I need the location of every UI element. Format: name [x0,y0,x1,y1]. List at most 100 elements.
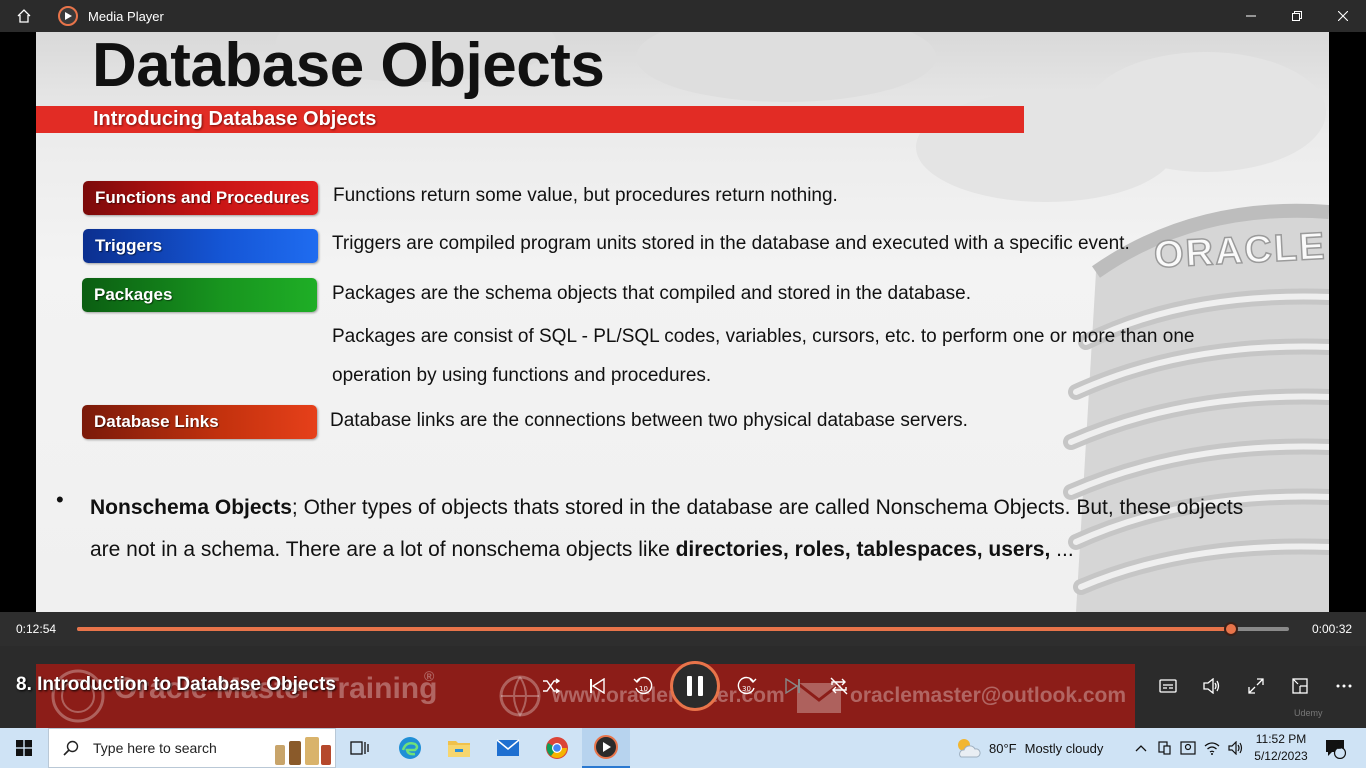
label-packages: Packages [82,278,317,312]
clock-time: 11:52 PM [1255,732,1307,746]
taskbar-edge[interactable] [386,728,434,768]
fullscreen-button[interactable] [1234,666,1278,706]
forward-30-button[interactable]: 30 [724,664,770,708]
seek-progress-fill [77,627,1231,631]
system-tray [1130,728,1248,768]
weather-description: Mostly cloudy [1024,740,1104,756]
svg-text:30: 30 [742,685,751,693]
skip-previous-icon [590,678,605,694]
notification-count: 3 [1337,741,1343,751]
description-database-links: Database links are the connections betwe… [330,410,968,431]
wifi-icon [1204,742,1220,755]
minimize-icon [1246,15,1256,17]
taskbar-mail[interactable] [484,728,532,768]
subtitles-button[interactable] [1146,666,1190,706]
description-packages: Packages are the schema objects that com… [332,283,972,304]
secondary-controls [1146,666,1366,706]
clock-date: 5/12/2023 [1254,749,1308,763]
media-player-app-icon [58,6,78,26]
taskbar-media-player[interactable] [582,728,630,768]
windows-logo-icon [16,740,32,756]
seek-slider[interactable] [77,622,1289,636]
rewind-10-icon: 10 [633,676,653,695]
shuffle-button[interactable] [528,664,574,708]
cloud-shape [636,32,936,102]
pause-icon [687,676,703,696]
home-button[interactable] [0,0,48,32]
partly-cloudy-icon [958,739,981,758]
nonschema-paragraph: Nonschema Objects; Other types of object… [90,487,1275,571]
notification-center-button[interactable]: 3 [1324,728,1346,768]
udemy-watermark: Udemy [1294,708,1323,718]
nonschema-lead: Nonschema Objects [90,496,292,519]
chevron-up-icon [1135,745,1147,752]
task-view-icon [350,741,369,755]
svg-text:10: 10 [639,685,648,693]
previous-button[interactable] [574,664,620,708]
device-icon [1158,741,1171,755]
minimize-button[interactable] [1228,0,1274,32]
next-button[interactable] [770,664,816,708]
skip-next-icon [785,678,800,694]
notification-icon [1326,740,1346,759]
repeat-off-button[interactable] [816,664,862,708]
media-player-window: Media Player ORACLE Database Objects Int… [0,0,1366,768]
slide-subtitle-band: Introducing Database Objects [36,106,1024,133]
shuffle-icon [543,678,560,694]
seek-thumb[interactable] [1223,622,1238,636]
remaining-time: 0:00:32 [1312,622,1353,636]
tray-meet-button[interactable] [1176,741,1200,755]
cloud-shape [1086,52,1326,172]
start-button[interactable] [0,728,48,768]
windows-taskbar: Type here to search 80°F Mostly cloudy 1… [0,728,1366,768]
playback-controls: 10 30 [528,660,862,712]
watermark-registered: ® [424,668,435,684]
taskbar-chrome[interactable] [533,728,581,768]
tray-device-button[interactable] [1152,741,1176,755]
weather-temperature: 80°F [989,740,1017,756]
edge-browser-icon [399,737,421,759]
more-options-button[interactable] [1322,666,1366,706]
description-triggers: Triggers are compiled program units stor… [332,233,1130,254]
home-icon [17,9,31,23]
tray-network-button[interactable] [1200,741,1224,755]
taskbar-search-box[interactable]: Type here to search [48,728,336,768]
show-hidden-icons-button[interactable] [1130,744,1152,752]
weather-widget[interactable]: 80°F Mostly cloudy [955,728,1103,768]
taskbar-clock[interactable]: 11:52 PM 5/12/2023 [1246,731,1316,765]
seek-bar-area: 0:12:54 0:00:32 [0,612,1366,646]
slide-subtitle: Introducing Database Objects [93,108,377,130]
restore-button[interactable] [1274,0,1320,32]
rewind-10-button[interactable]: 10 [620,664,666,708]
oracle-logo-text: ORACLE [1152,225,1328,277]
window-title: Media Player [88,8,164,24]
description-packages-extra-2: operation by using functions and procedu… [332,365,712,386]
close-button[interactable] [1320,0,1366,32]
nonschema-ellipsis: ... [1050,538,1074,561]
meet-now-icon [1180,741,1196,755]
repeat-off-icon [830,677,848,695]
tray-volume-button[interactable] [1224,741,1248,755]
mini-player-button[interactable] [1278,666,1322,706]
pause-button[interactable] [670,661,720,711]
label-triggers: Triggers [83,229,318,263]
video-surface[interactable]: ORACLE Database Objects Introducing Data… [0,32,1366,612]
elapsed-time: 0:12:54 [16,622,57,636]
bullet-marker: • [56,487,64,512]
lecture-slide: ORACLE Database Objects Introducing Data… [36,32,1329,612]
task-view-button[interactable] [336,728,384,768]
episode-title: 8. Introduction to Database Objects [16,674,336,695]
volume-icon [1203,678,1220,694]
description-packages-extra-1: Packages are consist of SQL - PL/SQL cod… [332,326,1195,347]
volume-button[interactable] [1190,666,1234,706]
search-icon [63,740,79,756]
more-options-icon [1336,684,1352,688]
taskbar-file-explorer[interactable] [435,728,483,768]
player-controls-area: Oracle Master Training ® www.oraclemaste… [0,646,1366,728]
forward-30-icon: 30 [737,676,757,695]
restore-icon [1292,11,1302,21]
watermark-email: oraclemaster@outlook.com [850,684,1127,707]
search-placeholder: Type here to search [93,740,217,756]
search-highlight-bottles-icon [275,737,331,765]
label-functions-and-procedures: Functions and Procedures [83,181,318,215]
